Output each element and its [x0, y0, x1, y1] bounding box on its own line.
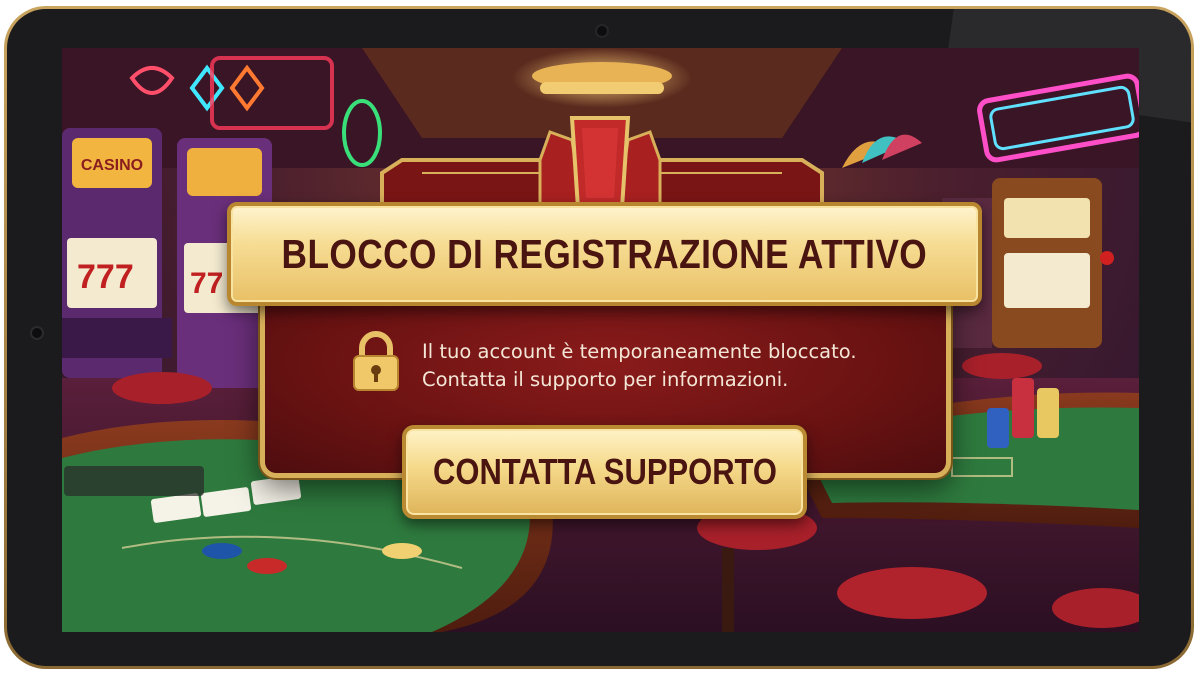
- front-camera-icon: [597, 26, 607, 36]
- bar-stool: [112, 372, 212, 404]
- dialog-title-banner: BLOCCO DI REGISTRAZIONE ATTIVO: [227, 202, 982, 306]
- slot-machine-left: CASINO 777: [62, 128, 172, 378]
- game-screen: CASINO 777 77 BLOCCO DI REGISTRAZIONE AT…: [62, 48, 1139, 632]
- svg-text:777: 777: [77, 258, 134, 296]
- side-sensor-icon: [32, 328, 42, 338]
- contact-support-button[interactable]: CONTATTA SUPPORTO: [402, 425, 807, 519]
- message-line-2: Contatta il supporto per informazioni.: [422, 368, 789, 391]
- bar-stool-front: [837, 567, 987, 619]
- dialog-message: Il tuo account è temporaneamente bloccat…: [422, 338, 857, 394]
- svg-text:77: 77: [190, 267, 223, 300]
- poker-chip: [202, 543, 242, 559]
- contact-support-label: CONTATTA SUPPORTO: [432, 451, 777, 492]
- lock-icon: [353, 331, 399, 391]
- dialog-title: BLOCCO DI REGISTRAZIONE ATTIVO: [281, 230, 928, 277]
- message-line-1: Il tuo account è temporaneamente bloccat…: [422, 340, 857, 363]
- svg-text:CASINO: CASINO: [81, 157, 143, 174]
